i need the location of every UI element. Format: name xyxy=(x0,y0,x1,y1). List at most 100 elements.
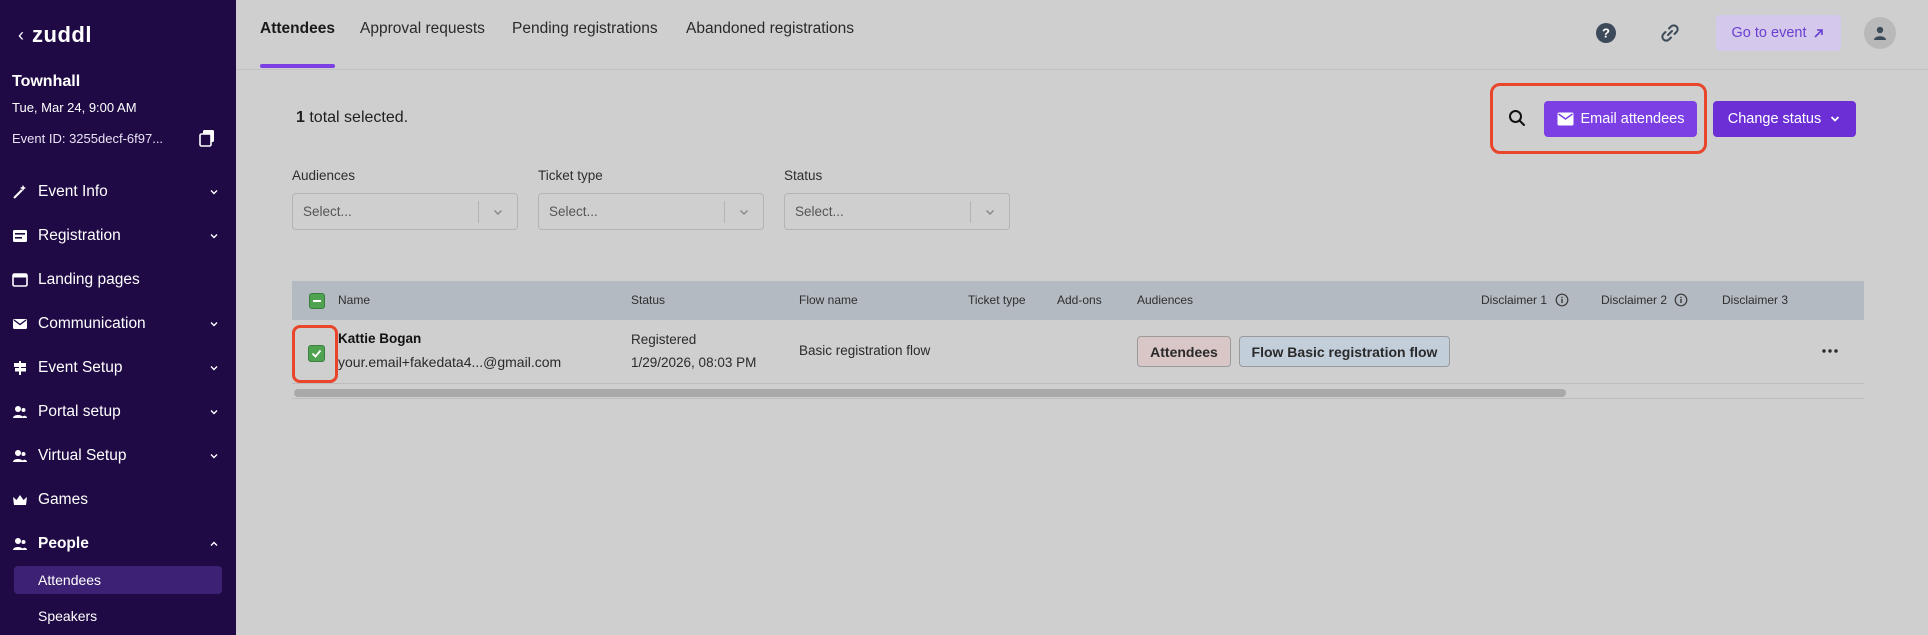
sidebar-item-landing-pages[interactable]: Landing pages xyxy=(0,258,236,302)
select-placeholder: Select... xyxy=(549,204,598,219)
wand-icon xyxy=(13,185,26,199)
chevron-down-icon xyxy=(210,454,218,459)
chevron-down-icon xyxy=(725,206,763,218)
sidebar-item-label: Virtual Setup xyxy=(38,447,127,464)
chevron-down-icon xyxy=(971,206,1009,218)
sidebar-subitem-speakers[interactable]: Speakers xyxy=(14,602,222,630)
audiences-select[interactable]: Select... xyxy=(292,193,518,230)
event-id: Event ID: 3255decf-6f97... xyxy=(12,131,164,146)
info-icon[interactable] xyxy=(1555,293,1569,307)
people-icon xyxy=(13,406,27,418)
sidebar-item-label: Event Setup xyxy=(38,359,123,376)
copy-icon[interactable] xyxy=(198,129,216,147)
arrow-up-right-icon xyxy=(1814,28,1824,38)
sidebar-item-label: People xyxy=(38,535,89,552)
column-header-status[interactable]: Status xyxy=(631,293,665,307)
column-header-disclaimer-1[interactable]: Disclaimer 1 xyxy=(1481,293,1547,307)
back-chevron-icon[interactable]: ‹ xyxy=(18,25,24,46)
svg-text:?: ? xyxy=(1602,26,1610,41)
registration-date: 1/29/2026, 08:03 PM xyxy=(631,355,757,370)
logo-row[interactable]: ‹ zuddl xyxy=(18,22,92,48)
sidebar-item-label: Games xyxy=(38,491,88,508)
chevron-down-icon xyxy=(210,410,218,415)
table-header: Name Status Flow name Ticket type Add-on… xyxy=(292,281,1864,320)
sidebar-item-label: Landing pages xyxy=(38,271,140,288)
event-name: Townhall xyxy=(12,73,81,90)
column-header-flow-name[interactable]: Flow name xyxy=(799,293,858,307)
column-header-audiences[interactable]: Audiences xyxy=(1137,293,1193,307)
column-header-ticket-type[interactable]: Ticket type xyxy=(968,293,1026,307)
sidebar-item-portal-setup[interactable]: Portal setup xyxy=(0,390,236,434)
crown-icon xyxy=(13,495,27,505)
sidebar-item-communication[interactable]: Communication xyxy=(0,302,236,346)
row-checkbox[interactable] xyxy=(308,345,325,362)
column-header-add-ons[interactable]: Add-ons xyxy=(1057,293,1102,307)
link-icon[interactable] xyxy=(1659,22,1681,44)
status-select[interactable]: Select... xyxy=(784,193,1010,230)
email-attendees-button[interactable]: Email attendees xyxy=(1544,101,1697,137)
select-all-checkbox[interactable] xyxy=(309,293,325,309)
chevron-down-icon xyxy=(479,206,517,218)
column-header-name[interactable]: Name xyxy=(338,293,370,307)
sidebar-item-event-setup[interactable]: Event Setup xyxy=(0,346,236,390)
column-header-disclaimer-3[interactable]: Disclaimer 3 xyxy=(1722,293,1788,307)
tab-pending-registrations[interactable]: Pending registrations xyxy=(512,20,658,38)
brand-logo: zuddl xyxy=(32,22,92,47)
email-attendees-label: Email attendees xyxy=(1580,111,1685,127)
selection-summary: 1 total selected. xyxy=(296,109,408,127)
change-status-button[interactable]: Change status xyxy=(1713,101,1856,137)
sidebar-nav: Event Info Registration Landing pages Co… xyxy=(0,170,236,630)
mail-icon xyxy=(13,319,27,329)
search-icon[interactable] xyxy=(1507,108,1527,128)
table-row xyxy=(292,320,1864,384)
chevron-up-icon xyxy=(210,541,218,546)
attendee-name[interactable]: Kattie Bogan xyxy=(338,331,421,346)
sidebar-item-label: Event Info xyxy=(38,183,108,200)
attendee-status: Registered xyxy=(631,332,697,347)
avatar[interactable] xyxy=(1864,17,1896,49)
horizontal-scrollbar[interactable] xyxy=(294,389,1566,397)
selected-count: 1 xyxy=(296,109,305,126)
more-options-icon[interactable] xyxy=(1820,345,1840,357)
event-date: Tue, Mar 24, 9:00 AM xyxy=(12,100,137,115)
change-status-label: Change status xyxy=(1727,111,1822,127)
tab-approval-requests[interactable]: Approval requests xyxy=(360,20,485,38)
go-to-event-button[interactable]: Go to event xyxy=(1716,15,1841,51)
audience-chip-flow: Flow Basic registration flow xyxy=(1239,336,1450,367)
sidebar: ‹ zuddl Townhall Tue, Mar 24, 9:00 AM Ev… xyxy=(0,0,236,635)
tab-abandoned-registrations[interactable]: Abandoned registrations xyxy=(686,20,854,38)
go-to-event-label: Go to event xyxy=(1731,25,1807,41)
attendee-email: your.email+fakedata4...@gmail.com xyxy=(338,354,562,370)
browser-icon xyxy=(12,273,28,287)
sidebar-item-people[interactable]: People xyxy=(0,522,236,566)
flow-name: Basic registration flow xyxy=(799,343,931,358)
chevron-down-icon xyxy=(210,234,218,239)
help-icon[interactable]: ? xyxy=(1595,22,1617,44)
filter-label-ticket-type: Ticket type xyxy=(538,168,603,183)
sidebar-item-event-info[interactable]: Event Info xyxy=(0,170,236,214)
checkmark-icon xyxy=(311,349,322,358)
form-icon xyxy=(13,230,27,242)
audience-chip-attendees: Attendees xyxy=(1137,336,1231,367)
select-placeholder: Select... xyxy=(303,204,352,219)
selected-suffix: total selected. xyxy=(304,109,409,126)
info-icon[interactable] xyxy=(1674,293,1688,307)
signpost-icon xyxy=(14,361,26,375)
people-icon xyxy=(13,538,27,550)
ticket-type-select[interactable]: Select... xyxy=(538,193,764,230)
filter-label-audiences: Audiences xyxy=(292,168,356,183)
chevron-down-icon xyxy=(1831,116,1840,122)
sidebar-item-registration[interactable]: Registration xyxy=(0,214,236,258)
chevron-down-icon xyxy=(210,190,218,195)
mail-icon xyxy=(1557,112,1573,126)
sidebar-item-label: Communication xyxy=(38,315,146,332)
sidebar-item-label: Portal setup xyxy=(38,403,121,420)
tab-attendees[interactable]: Attendees xyxy=(260,20,335,38)
user-icon xyxy=(1874,26,1886,40)
column-header-disclaimer-2[interactable]: Disclaimer 2 xyxy=(1601,293,1667,307)
sidebar-subitem-attendees[interactable]: Attendees xyxy=(14,566,222,594)
filter-label-status: Status xyxy=(784,168,823,183)
people-icon xyxy=(13,450,27,462)
sidebar-item-virtual-setup[interactable]: Virtual Setup xyxy=(0,434,236,478)
sidebar-item-games[interactable]: Games xyxy=(0,478,236,522)
